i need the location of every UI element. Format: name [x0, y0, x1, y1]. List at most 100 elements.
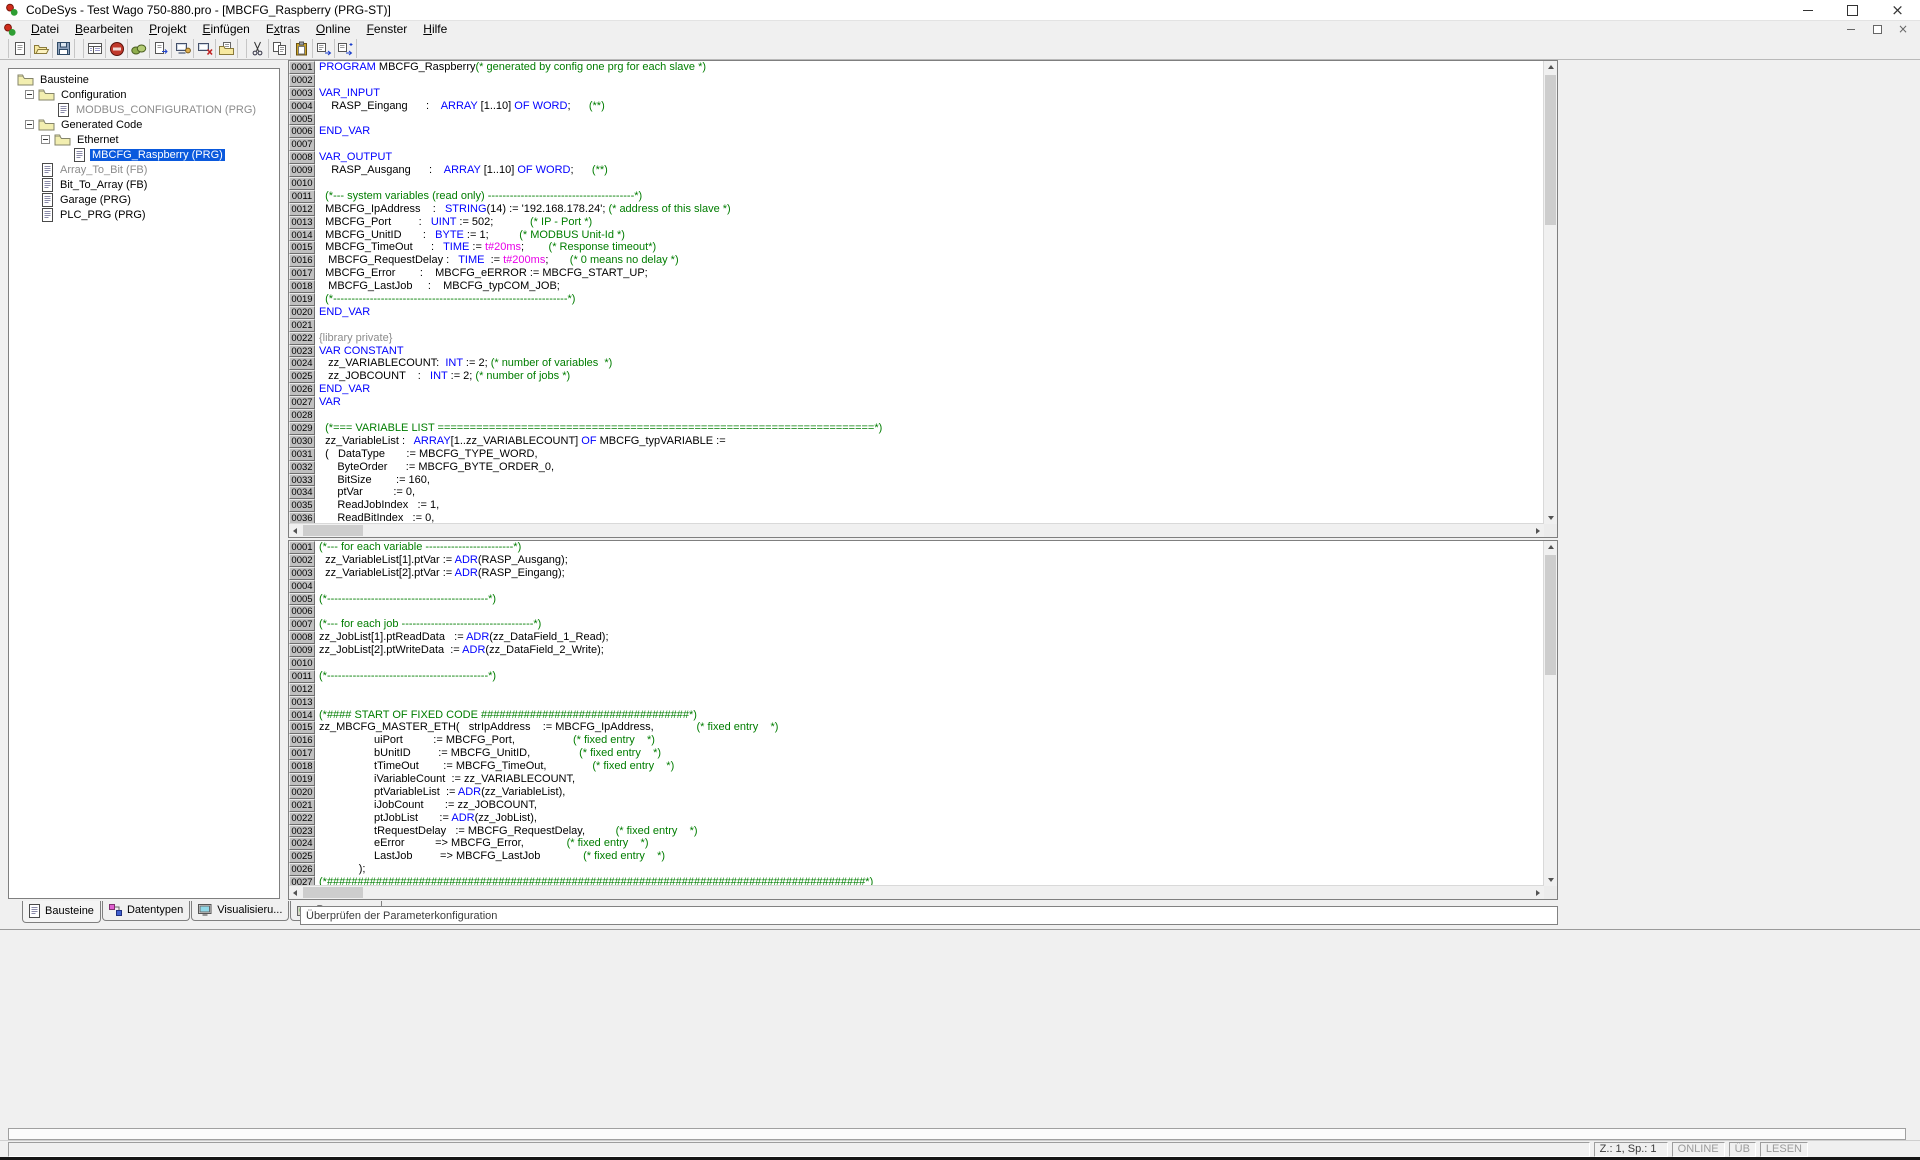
minimize-button[interactable]: [1785, 0, 1830, 20]
code-line[interactable]: 0011(*----------------------------------…: [289, 670, 1544, 683]
code-line[interactable]: 0031 ( DataType := MBCFG_TYPE_WORD,: [289, 448, 1544, 461]
menu-online[interactable]: Online: [308, 21, 359, 38]
find-icon[interactable]: [313, 39, 335, 58]
vscroll-thumb[interactable]: [1545, 75, 1556, 225]
menu-datei[interactable]: Datei: [23, 21, 67, 38]
add-object-icon[interactable]: [150, 39, 172, 58]
declaration-vscrollbar[interactable]: [1543, 61, 1557, 524]
code-line[interactable]: 0020END_VAR: [289, 306, 1544, 319]
code-line[interactable]: 0014 MBCFG_UnitID : BYTE := 1; (* MODBUS…: [289, 229, 1544, 242]
declaration-editor[interactable]: 0001PROGRAM MBCFG_Raspberry(* generated …: [288, 60, 1558, 538]
code-line[interactable]: 0003 zz_VariableList[2].ptVar := ADR(RAS…: [289, 567, 1544, 580]
scroll-up-icon[interactable]: [1544, 61, 1557, 74]
code-line[interactable]: 0007: [289, 138, 1544, 151]
login-icon[interactable]: [172, 39, 194, 58]
paste-icon[interactable]: [291, 39, 313, 58]
declaration-hscrollbar[interactable]: [289, 523, 1544, 537]
vscroll-thumb[interactable]: [1545, 555, 1556, 675]
code-line[interactable]: 0004: [289, 580, 1544, 593]
code-line[interactable]: 0025 LastJob => MBCFG_LastJob (* fixed e…: [289, 850, 1544, 863]
tree-item-array-to-bit-fb[interactable]: Array_To_Bit (FB): [9, 162, 279, 177]
code-line[interactable]: 0022{library private}: [289, 332, 1544, 345]
code-line[interactable]: 0026 );: [289, 863, 1544, 876]
code-line[interactable]: 0019 iVariableCount := zz_VARIABLECOUNT,: [289, 773, 1544, 786]
global-variables-icon[interactable]: [128, 39, 150, 58]
copy-icon[interactable]: [269, 39, 291, 58]
code-line[interactable]: 0014(*#### START OF FIXED CODE #########…: [289, 709, 1544, 722]
tree-item-generated-code[interactable]: Generated Code: [9, 117, 279, 132]
code-line[interactable]: 0008VAR_OUTPUT: [289, 151, 1544, 164]
tree-item-configuration[interactable]: Configuration: [9, 87, 279, 102]
code-line[interactable]: 0002: [289, 74, 1544, 87]
code-line[interactable]: 0010: [289, 177, 1544, 190]
code-line[interactable]: 0026END_VAR: [289, 383, 1544, 396]
code-line[interactable]: 0015 MBCFG_TimeOut : TIME := t#20ms; (* …: [289, 241, 1544, 254]
code-line[interactable]: 0001(*--- for each variable ------------…: [289, 541, 1544, 554]
menu-fenster[interactable]: Fenster: [359, 21, 416, 38]
code-line[interactable]: 0002 zz_VariableList[1].ptVar := ADR(RAS…: [289, 554, 1544, 567]
code-line[interactable]: 0007(*--- for each job -----------------…: [289, 618, 1544, 631]
code-line[interactable]: 0003VAR_INPUT: [289, 87, 1544, 100]
code-line[interactable]: 0029 (*=== VARIABLE LIST ===============…: [289, 422, 1544, 435]
code-line[interactable]: 0032 ByteOrder := MBCFG_BYTE_ORDER_0,: [289, 461, 1544, 474]
scroll-left-icon[interactable]: [289, 886, 302, 899]
tab-bausteine[interactable]: Bausteine: [22, 901, 101, 923]
code-line[interactable]: 0019 (*---------------------------------…: [289, 293, 1544, 306]
collapse-icon[interactable]: [41, 135, 50, 144]
hscroll-thumb[interactable]: [303, 525, 363, 536]
code-line[interactable]: 0004 RASP_Eingang : ARRAY [1..10] OF WOR…: [289, 100, 1544, 113]
code-line[interactable]: 0030 zz_VariableList : ARRAY[1..zz_VARIA…: [289, 435, 1544, 448]
code-line[interactable]: 0018 MBCFG_LastJob : MBCFG_typCOM_JOB;: [289, 280, 1544, 293]
scroll-left-icon[interactable]: [289, 524, 302, 537]
code-line[interactable]: 0006: [289, 605, 1544, 618]
code-line[interactable]: 0020 ptVariableList := ADR(zz_VariableLi…: [289, 786, 1544, 799]
code-line[interactable]: 0025 zz_JOBCOUNT : INT := 2; (* number o…: [289, 370, 1544, 383]
code-line[interactable]: 0006END_VAR: [289, 125, 1544, 138]
find-next-icon[interactable]: [335, 39, 357, 58]
scroll-down-icon[interactable]: [1544, 511, 1557, 524]
code-line[interactable]: 0024 eError => MBCFG_Error, (* fixed ent…: [289, 837, 1544, 850]
code-line[interactable]: 0017 MBCFG_Error : MBCFG_eERROR := MBCFG…: [289, 267, 1544, 280]
hscroll-thumb[interactable]: [303, 887, 363, 898]
code-line[interactable]: 0009 RASP_Ausgang : ARRAY [1..10] OF WOR…: [289, 164, 1544, 177]
code-line[interactable]: 0010: [289, 657, 1544, 670]
code-line[interactable]: 0022 ptJobList := ADR(zz_JobList),: [289, 812, 1544, 825]
tree-item-plc-prg-prg[interactable]: PLC_PRG (PRG): [9, 207, 279, 222]
new-document-icon[interactable]: [8, 39, 31, 58]
code-line[interactable]: 0016 uiPort := MBCFG_Port, (* fixed entr…: [289, 734, 1544, 747]
code-line[interactable]: 0013: [289, 696, 1544, 709]
menu-einfügen[interactable]: Einfügen: [194, 21, 257, 38]
collapse-icon[interactable]: [25, 120, 34, 129]
code-line[interactable]: 0012 MBCFG_IpAddress : STRING(14) := '19…: [289, 203, 1544, 216]
implementation-vscrollbar[interactable]: [1543, 541, 1557, 886]
code-line[interactable]: 0034 ptVar := 0,: [289, 486, 1544, 499]
menu-extras[interactable]: Extras: [258, 21, 308, 38]
close-button[interactable]: ×: [1875, 0, 1920, 20]
maximize-button[interactable]: [1830, 0, 1875, 20]
tree-item-ethernet[interactable]: Ethernet: [9, 132, 279, 147]
code-line[interactable]: 0033 BitSize := 160,: [289, 474, 1544, 487]
code-line[interactable]: 0013 MBCFG_Port : UINT := 502; (* IP - P…: [289, 216, 1544, 229]
tree-item-mbcfg-raspberry-prg[interactable]: MBCFG_Raspberry (PRG): [9, 147, 279, 162]
project-browser-icon[interactable]: [216, 39, 238, 58]
save-icon[interactable]: [53, 39, 75, 58]
declaration-rows[interactable]: 0001PROGRAM MBCFG_Raspberry(* generated …: [289, 61, 1544, 524]
tree-item-garage-prg[interactable]: Garage (PRG): [9, 192, 279, 207]
code-line[interactable]: 0005: [289, 113, 1544, 126]
menu-bearbeiten[interactable]: Bearbeiten: [67, 21, 141, 38]
code-line[interactable]: 0011 (*--- system variables (read only) …: [289, 190, 1544, 203]
open-project-icon[interactable]: [31, 39, 53, 58]
code-line[interactable]: 0005(*----------------------------------…: [289, 593, 1544, 606]
code-line[interactable]: 0024 zz_VARIABLECOUNT: INT := 2; (* numb…: [289, 357, 1544, 370]
menu-hilfe[interactable]: Hilfe: [415, 21, 455, 38]
logout-icon[interactable]: [194, 39, 216, 58]
implementation-hscrollbar[interactable]: [289, 885, 1544, 899]
stop-icon[interactable]: [106, 39, 128, 58]
code-line[interactable]: 0016 MBCFG_RequestDelay : TIME := t#200m…: [289, 254, 1544, 267]
scroll-up-icon[interactable]: [1544, 541, 1557, 554]
mdi-minimize-button[interactable]: [1838, 21, 1864, 38]
code-line[interactable]: 0021 iJobCount := zz_JOBCOUNT,: [289, 799, 1544, 812]
scroll-right-icon[interactable]: [1531, 524, 1544, 537]
scroll-down-icon[interactable]: [1544, 873, 1557, 886]
code-line[interactable]: 0012: [289, 683, 1544, 696]
